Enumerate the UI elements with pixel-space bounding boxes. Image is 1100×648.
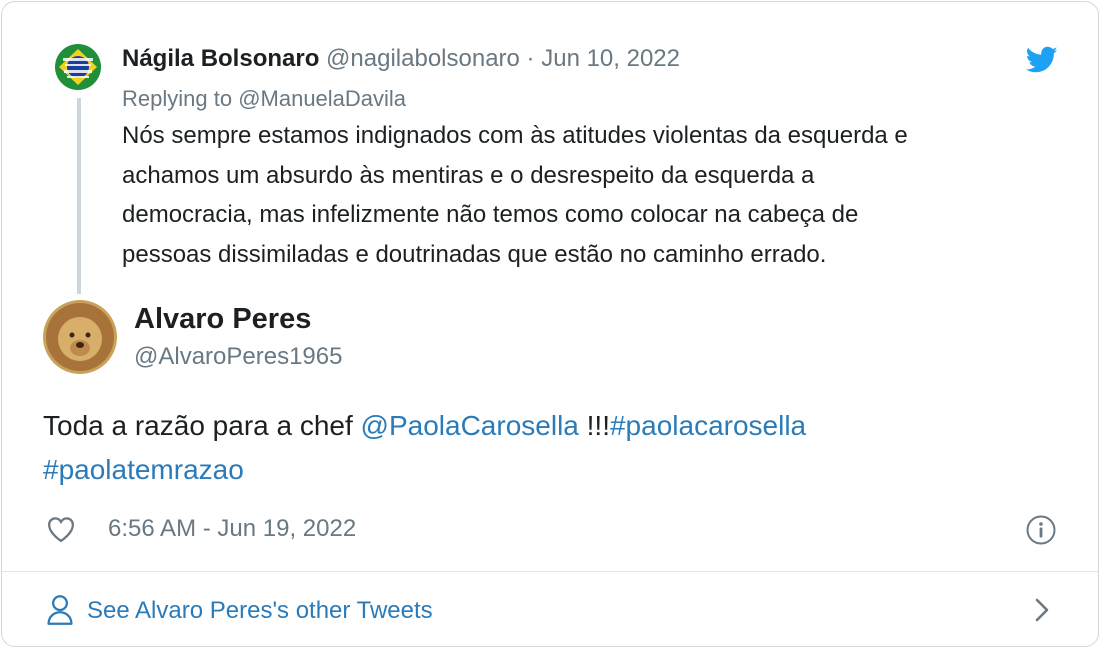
twitter-bird-icon[interactable] (1026, 46, 1058, 74)
author-name[interactable]: Alvaro Peres (134, 303, 311, 336)
replying-to-label: Replying to (122, 86, 239, 111)
tweet-timestamp[interactable]: 6:56 AM - Jun 19, 2022 (108, 515, 356, 543)
tweet-text-exclamations: !!! (578, 410, 610, 441)
user-icon (47, 595, 73, 625)
heart-icon[interactable] (46, 515, 76, 543)
parent-author-handle[interactable]: @nagilabolsonaro (326, 45, 520, 72)
see-other-tweets-label[interactable]: See Alvaro Peres's other Tweets (87, 597, 433, 625)
parent-text-line: achamos um absurdo às mentiras e o desre… (122, 161, 815, 189)
hashtag-link[interactable]: #paolacarosella (610, 410, 806, 441)
parent-text-line: pessoas dissimiladas e doutrinadas que e… (122, 240, 827, 268)
parent-tweet-header: Nágila Bolsonaro @nagilabolsonaro · Jun … (122, 45, 680, 73)
see-other-tweets-link[interactable]: See Alvaro Peres's other Tweets (2, 572, 1098, 646)
parent-text-line: democracia, mas infelizmente não temos c… (122, 201, 859, 228)
info-icon[interactable] (1025, 514, 1057, 546)
parent-text-line: Nós sempre estamos indignados com às ati… (122, 122, 908, 149)
parent-author-name[interactable]: Nágila Bolsonaro (122, 45, 319, 72)
author-handle[interactable]: @AlvaroPeres1965 (134, 343, 342, 371)
mention-link[interactable]: @PaolaCarosella (361, 410, 579, 441)
tweet-text-body: Toda a razão para a chef (43, 410, 361, 441)
header-separator: · (526, 45, 535, 72)
embedded-tweet-card: Nágila Bolsonaro @nagilabolsonaro · Jun … (1, 1, 1099, 647)
replying-to-line: Replying to @ManuelaDavila (122, 86, 406, 112)
replying-to-handle[interactable]: @ManuelaDavila (238, 86, 406, 111)
parent-tweet-text: Nós sempre estamos indignados com às ati… (122, 116, 1072, 274)
thread-connector-line (77, 98, 81, 294)
parent-author-avatar[interactable] (55, 44, 101, 90)
parent-tweet-date[interactable]: Jun 10, 2022 (541, 45, 680, 72)
author-avatar[interactable] (43, 300, 117, 374)
chevron-right-icon[interactable] (1032, 596, 1052, 624)
hashtag-link[interactable]: #paolatemrazao (43, 454, 244, 485)
tweet-text: Toda a razão para a chef @PaolaCarosella… (43, 404, 1053, 492)
